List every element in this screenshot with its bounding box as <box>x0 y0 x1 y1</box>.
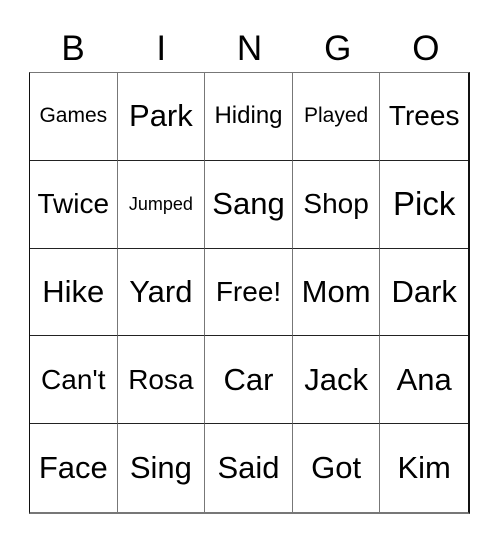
bingo-cell: Hiding <box>205 73 293 161</box>
bingo-cell: Kim <box>397 450 451 486</box>
bingo-cell: Sang <box>205 160 293 249</box>
bingo-cell: Ana <box>380 336 468 425</box>
header-letter-o: O <box>412 29 440 68</box>
bingo-cell: Pick <box>380 161 468 249</box>
bingo-cell: Face <box>30 424 118 512</box>
header-letter-b: B <box>61 29 85 68</box>
bingo-cell: Shop <box>292 160 381 249</box>
bingo-grid: Games Park Hiding Played Trees Twice Jum… <box>29 72 470 514</box>
bingo-cell: Mom <box>292 248 381 337</box>
bingo-cell: Said <box>205 424 293 512</box>
bingo-cell: Rosa <box>117 336 206 425</box>
bingo-cell: Can't <box>30 336 118 425</box>
bingo-cell: Car <box>205 336 293 425</box>
bingo-cell: Jumped <box>117 160 206 249</box>
bingo-cell: Games <box>30 73 118 161</box>
bingo-header: B I N G O <box>29 26 470 72</box>
bingo-cell: Yard <box>117 248 206 337</box>
bingo-cell: Sing <box>118 424 206 512</box>
bingo-cell free-space: Free! <box>205 248 293 337</box>
bingo-cell: Trees <box>380 73 468 161</box>
bingo-cell: Park <box>117 73 206 161</box>
bingo-cell: Hike <box>30 248 118 337</box>
bingo-cell: Twice <box>30 160 118 249</box>
bingo-cell: Dark <box>380 249 468 337</box>
header-letter-n: N <box>236 29 263 68</box>
bingo-cell: Jack <box>292 336 381 425</box>
header-letter-i: I <box>156 29 167 68</box>
header-letter-g: G <box>324 29 352 68</box>
bingo-cell: Played <box>292 73 381 161</box>
bingo-cell: Got <box>293 424 381 512</box>
